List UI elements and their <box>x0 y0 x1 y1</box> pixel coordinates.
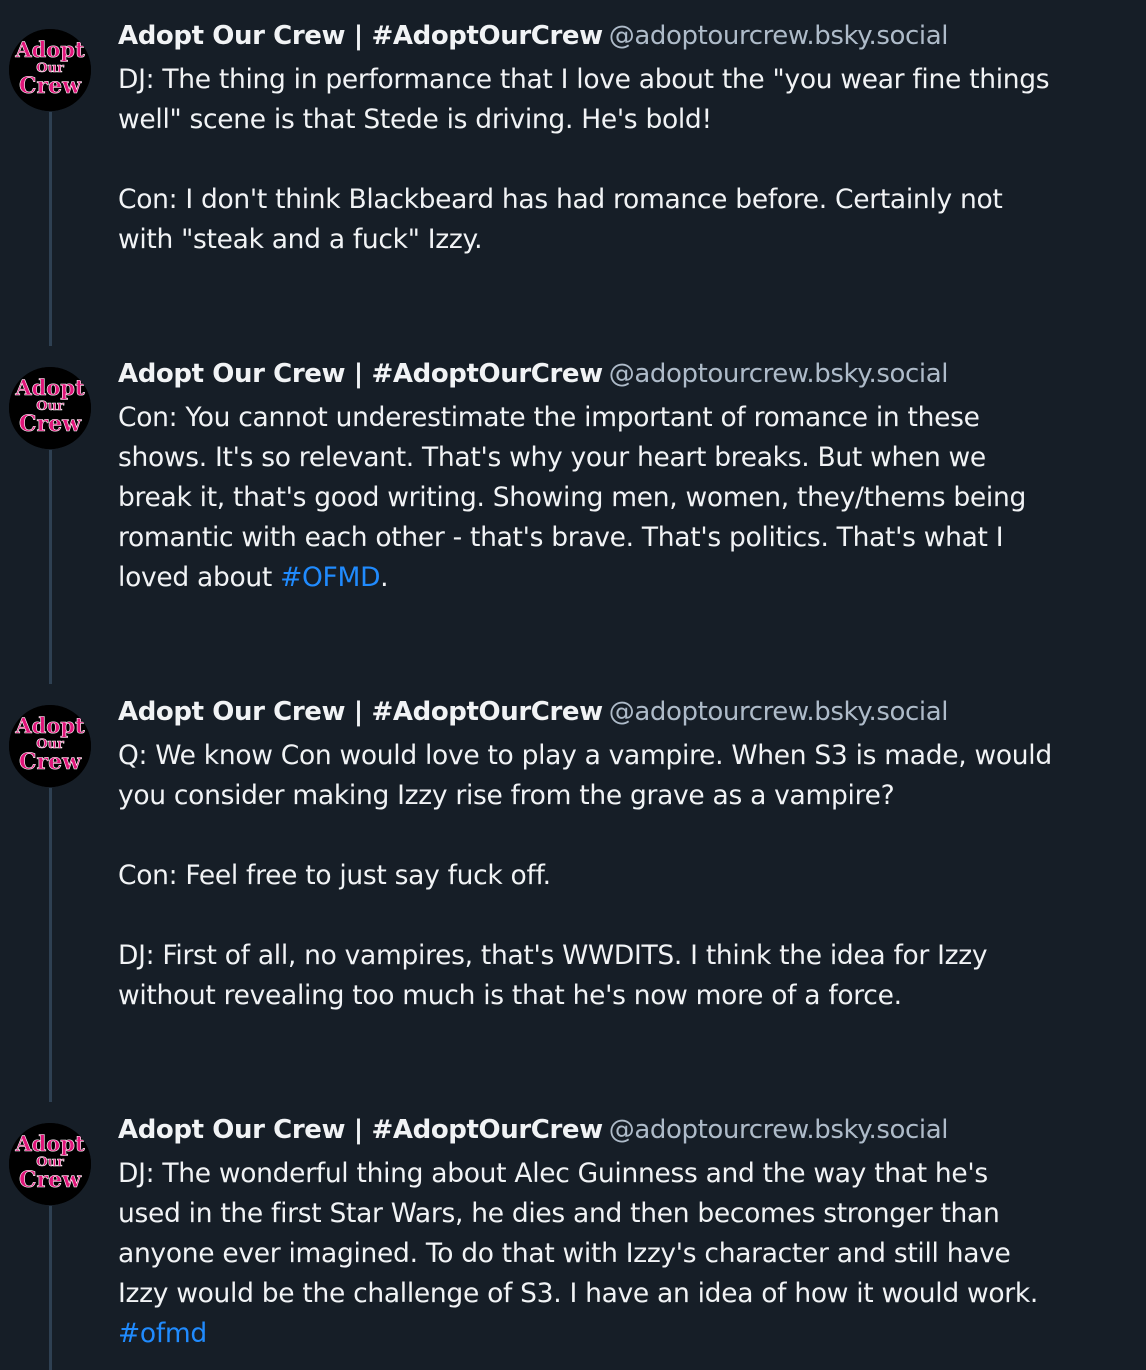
post-paragraph: Con: You cannot underestimate the import… <box>118 398 1138 598</box>
display-name[interactable]: Adopt Our Crew | #AdoptOurCrew <box>118 697 603 727</box>
text-line: Izzy would be the challenge of S3. I hav… <box>118 1278 1039 1309</box>
post-paragraph: DJ: The thing in performance that I love… <box>118 60 1138 140</box>
text-line: Con: Feel free to just say fuck off. <box>118 860 551 891</box>
avatar[interactable]: Adopt Our Crew <box>9 705 91 787</box>
post-paragraph: DJ: First of all, no vampires, that's WW… <box>118 936 1138 1016</box>
text-line: Con: You cannot underestimate the import… <box>118 402 980 433</box>
post-paragraph: Con: Feel free to just say fuck off. <box>118 856 1138 896</box>
post-text: DJ: The thing in performance that I love… <box>118 60 1138 260</box>
post-text: Con: You cannot underestimate the import… <box>118 398 1138 598</box>
text-line: without revealing too much is that he's … <box>118 980 902 1011</box>
adopt-our-crew-logo: Adopt Our Crew <box>9 29 91 111</box>
text-line: well" scene is that Stede is driving. He… <box>118 104 712 135</box>
text-line: anyone ever imagined. To do that with Iz… <box>118 1238 1011 1269</box>
svg-text:Adopt: Adopt <box>14 713 85 738</box>
svg-text:Adopt: Adopt <box>14 375 85 400</box>
avatar[interactable]: Adopt Our Crew <box>9 367 91 449</box>
text-line: DJ: The thing in performance that I love… <box>118 64 1050 95</box>
text-line: you consider making Izzy rise from the g… <box>118 780 895 811</box>
post-paragraph: Q: We know Con would love to play a vamp… <box>118 736 1138 816</box>
text-line: break it, that's good writing. Showing m… <box>118 482 1026 513</box>
thread-line <box>49 450 52 684</box>
text-line: romantic with each other - that's brave.… <box>118 522 1004 553</box>
svg-text:Crew: Crew <box>19 411 82 437</box>
post-header: Adopt Our Crew | #AdoptOurCrew @adoptourc… <box>118 1110 1138 1150</box>
handle[interactable]: @adoptourcrew.bsky.social <box>609 1115 949 1145</box>
svg-text:Adopt: Adopt <box>14 1131 85 1156</box>
text-line: with "steak and a fuck" Izzy. <box>118 224 483 255</box>
thread-line <box>49 788 52 1102</box>
thread-line <box>49 1206 52 1370</box>
hashtag-link[interactable]: #ofmd <box>118 1318 207 1349</box>
post-header: Adopt Our Crew | #AdoptOurCrew @adoptourc… <box>118 692 1138 732</box>
post-text: DJ: The wonderful thing about Alec Guinn… <box>118 1154 1138 1354</box>
svg-text:Crew: Crew <box>19 749 82 775</box>
hashtag-link[interactable]: #OFMD <box>280 562 380 593</box>
post-paragraph: Con: I don't think Blackbeard has had ro… <box>118 180 1138 260</box>
handle[interactable]: @adoptourcrew.bsky.social <box>609 21 949 51</box>
post-header: Adopt Our Crew | #AdoptOurCrew @adoptourc… <box>118 354 1138 394</box>
text-line: DJ: The wonderful thing about Alec Guinn… <box>118 1158 988 1189</box>
post-paragraph: DJ: The wonderful thing about Alec Guinn… <box>118 1154 1138 1354</box>
svg-text:Adopt: Adopt <box>14 37 85 62</box>
text-line: used in the first Star Wars, he dies and… <box>118 1198 1000 1229</box>
text-line: shows. It's so relevant. That's why your… <box>118 442 986 473</box>
svg-text:Crew: Crew <box>19 1167 82 1193</box>
text-line: DJ: First of all, no vampires, that's WW… <box>118 940 988 971</box>
text-line: loved about #OFMD. <box>118 562 389 593</box>
thread-line <box>49 112 52 346</box>
display-name[interactable]: Adopt Our Crew | #AdoptOurCrew <box>118 1115 603 1145</box>
display-name[interactable]: Adopt Our Crew | #AdoptOurCrew <box>118 359 603 389</box>
adopt-our-crew-logo: Adopt Our Crew <box>9 1123 91 1205</box>
adopt-our-crew-logo: Adopt Our Crew <box>9 367 91 449</box>
post-header: Adopt Our Crew | #AdoptOurCrew @adoptourc… <box>118 16 1138 56</box>
handle[interactable]: @adoptourcrew.bsky.social <box>609 697 949 727</box>
handle[interactable]: @adoptourcrew.bsky.social <box>609 359 949 389</box>
display-name[interactable]: Adopt Our Crew | #AdoptOurCrew <box>118 21 603 51</box>
svg-text:Crew: Crew <box>19 73 82 99</box>
avatar[interactable]: Adopt Our Crew <box>9 29 91 111</box>
post-text: Q: We know Con would love to play a vamp… <box>118 736 1138 1016</box>
adopt-our-crew-logo: Adopt Our Crew <box>9 705 91 787</box>
text-line: #ofmd <box>118 1314 1138 1354</box>
avatar[interactable]: Adopt Our Crew <box>9 1123 91 1205</box>
text-line: Q: We know Con would love to play a vamp… <box>118 740 1052 771</box>
text-line: Con: I don't think Blackbeard has had ro… <box>118 184 1003 215</box>
